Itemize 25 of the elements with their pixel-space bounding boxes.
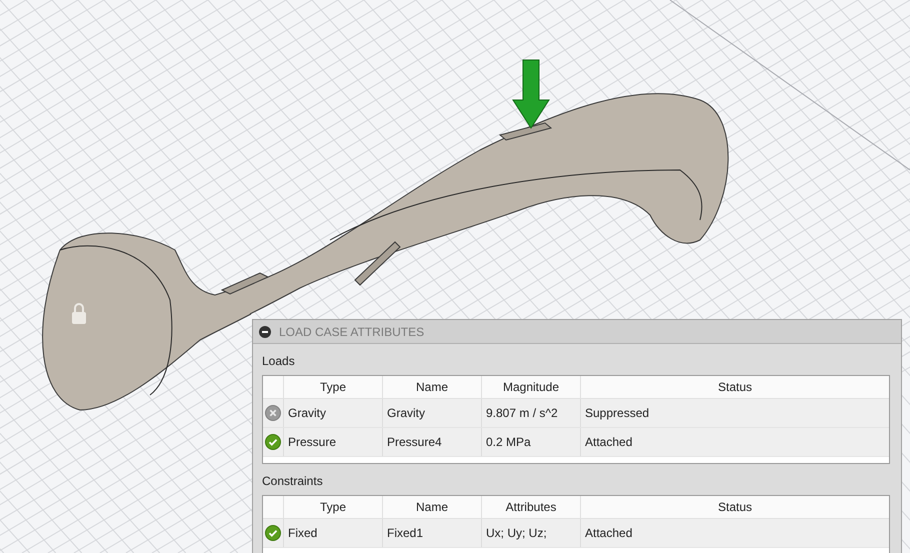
column-header: Type <box>284 496 383 518</box>
column-header: Status <box>716 499 754 516</box>
table-cell: Pressure <box>284 428 383 456</box>
column-header: Name <box>383 496 482 518</box>
table-cell: 0.2 MPa <box>482 428 581 456</box>
column-header: Status <box>716 379 754 396</box>
table-cell-text: Attached <box>584 434 634 451</box>
table-cell: Pressure4 <box>383 428 482 456</box>
collapse-button[interactable] <box>259 326 271 338</box>
table-cell: Gravity <box>383 399 482 427</box>
table-cell-text: Suppressed <box>584 405 650 422</box>
table-cell: Fixed1 <box>383 519 482 547</box>
column-header: Name <box>383 376 482 398</box>
section-label: Loads <box>262 353 296 370</box>
column-header: Attributes <box>482 496 581 518</box>
table-cell: Ux; Uy; Uz; <box>482 519 581 547</box>
panel-title: LOAD CASE ATTRIBUTES <box>279 324 424 340</box>
table-cell-text: Attached <box>584 525 634 542</box>
table-cell: 9.807 m / s^2 <box>482 399 581 427</box>
column-header: Magnitude <box>482 376 581 398</box>
section-label: Constraints <box>262 473 324 490</box>
table-cell: Fixed <box>284 519 383 547</box>
arrow-icon <box>512 60 550 129</box>
table-cell: Gravity <box>284 399 383 427</box>
column-header: Type <box>284 376 383 398</box>
